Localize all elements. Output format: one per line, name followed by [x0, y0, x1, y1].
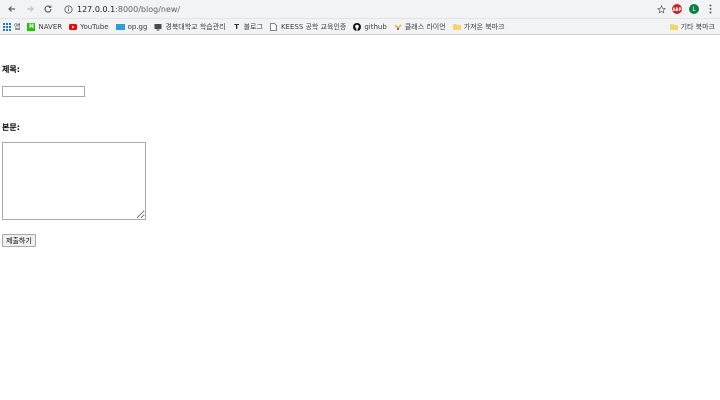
bookmark-apps[interactable]: 앱	[3, 22, 20, 32]
bookmark-label: github	[364, 22, 387, 31]
monitor-icon	[154, 23, 162, 31]
github-icon	[353, 22, 362, 31]
browser-toolbar: 127.0.0.1:8000/blog/new/ ABP L	[0, 0, 720, 18]
bookmarks-bar: 앱 N NAVER YouTube op.gg 경북대학교 학습관리 T 블로그	[0, 18, 720, 34]
profile-avatar[interactable]: L	[689, 4, 699, 14]
title-label: 제목:	[2, 65, 20, 74]
body-textarea[interactable]	[2, 142, 146, 220]
star-icon[interactable]	[657, 4, 666, 14]
apps-grid-icon	[3, 22, 11, 31]
bookmark-label: KEESS 공학 교육인증	[280, 22, 347, 31]
bookmark-label: NAVER	[38, 22, 63, 31]
bookmark-label: 경북대학교 학습관리	[165, 22, 226, 31]
reload-button[interactable]	[40, 1, 56, 17]
bookmark-keess[interactable]: KEESS 공학 교육인증	[270, 22, 346, 32]
opgg-icon	[115, 23, 125, 30]
url-path: :8000/blog/new/	[115, 4, 181, 14]
bookmark-label: op.gg	[127, 22, 148, 31]
bookmark-naver[interactable]: N NAVER	[27, 22, 63, 31]
bookmark-label: 앱	[14, 22, 21, 31]
bookmark-other-folder[interactable]: 기타 북마크	[669, 22, 715, 32]
forward-button[interactable]	[22, 1, 38, 17]
class-icon	[394, 23, 402, 31]
submit-button[interactable]: 제출하기	[2, 234, 36, 247]
bookmark-blog[interactable]: T 블로그	[233, 22, 263, 32]
back-button[interactable]	[4, 1, 20, 17]
forward-arrow-icon	[27, 6, 34, 12]
youtube-icon	[69, 23, 78, 31]
bookmark-label: 가져온 북마크	[463, 22, 505, 31]
body-label: 본문:	[2, 123, 20, 132]
folder-icon	[669, 23, 678, 31]
naver-icon: N	[27, 22, 36, 31]
bookmark-class-lion[interactable]: 클래스 라이언	[394, 22, 446, 32]
folder-icon	[452, 23, 461, 31]
bookmark-label: 블로그	[243, 22, 263, 31]
back-arrow-icon	[8, 6, 15, 12]
menu-kebab-icon[interactable]	[706, 3, 714, 15]
url-domain: 127.0.0.1	[77, 4, 116, 14]
reload-icon	[44, 5, 52, 13]
bookmark-github[interactable]: github	[353, 22, 387, 31]
tistory-icon: T	[234, 22, 239, 31]
bookmark-label: YouTube	[80, 22, 109, 31]
bookmark-opgg[interactable]: op.gg	[115, 22, 148, 31]
adblock-extension-icon[interactable]: ABP	[672, 4, 682, 14]
address-bar[interactable]: 127.0.0.1:8000/blog/new/	[64, 2, 666, 16]
title-input[interactable]	[2, 86, 85, 97]
info-icon[interactable]	[64, 4, 73, 14]
bookmark-youtube[interactable]: YouTube	[69, 22, 109, 31]
bookmark-imported-folder[interactable]: 가져온 북마크	[452, 22, 505, 32]
browser-chrome: 127.0.0.1:8000/blog/new/ ABP L 앱 N NAVER	[0, 0, 720, 35]
page-icon	[270, 22, 278, 31]
toolbar-right: ABP L	[672, 3, 714, 15]
bookmark-knu[interactable]: 경북대학교 학습관리	[154, 22, 226, 32]
bookmark-label: 기타 북마크	[680, 22, 715, 31]
bookmark-label: 클래스 라이언	[404, 22, 446, 31]
